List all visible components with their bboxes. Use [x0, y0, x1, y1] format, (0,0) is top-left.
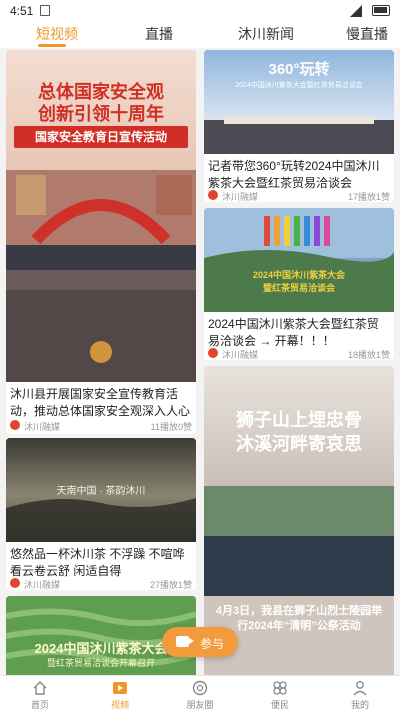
video-card[interactable]: 狮子山上埋忠骨 沐溪河畔寄哀思 4月3日，我县在狮子山烈士陵园举行2024年“清… — [204, 366, 394, 675]
nav-services[interactable]: 便民 — [240, 676, 320, 711]
thumb-overlay-text: 天南中国 · 茶韵沐川 — [56, 486, 146, 497]
video-source: 沐川融媒 — [24, 422, 61, 432]
thumb-overlay-banner: 国家安全教育日宣传活动 — [14, 126, 188, 148]
video-title[interactable]: 2024中国沐川紫茶大会暨红茶贸易洽谈会 → 开幕！！！ — [208, 316, 390, 350]
video-feed[interactable]: 总体国家安全观 创新引领十周年 国家安全教育日宣传活动 沐川县开展国家安全宣传教… — [0, 48, 400, 675]
source-logo-icon — [10, 420, 20, 430]
sd-card-icon — [40, 5, 50, 16]
services-icon — [273, 681, 287, 695]
video-thumbnail[interactable]: 2024中国沐川紫茶大会 暨红茶贸易洽谈会 — [204, 208, 394, 312]
video-card[interactable]: 2024中国沐川紫茶大会 暨红茶贸易洽谈会 2024中国沐川紫茶大会暨红茶贸易洽… — [204, 208, 394, 360]
nav-video[interactable]: 视频 — [80, 676, 160, 711]
nav-label: 我的 — [350, 700, 369, 710]
video-thumbnail[interactable]: 360°玩转 2024中国沐川紫茶大会暨红茶贸易洽谈会 — [204, 50, 394, 154]
thumb-overlay-line-2: 沐溪河畔寄哀思 — [236, 434, 362, 454]
video-card[interactable]: 总体国家安全观 创新引领十周年 国家安全教育日宣传活动 沐川县开展国家安全宣传教… — [6, 50, 196, 434]
user-icon — [353, 681, 367, 696]
video-stats: 27播放1赞 — [149, 580, 192, 590]
bottom-nav: 首页 视频 朋友圈 便民 我的 — [0, 675, 400, 711]
video-card[interactable]: 360°玩转 2024中国沐川紫茶大会暨红茶贸易洽谈会 记者带您360°玩转20… — [204, 50, 394, 202]
tab-live[interactable]: 直播 — [145, 24, 173, 44]
home-icon — [33, 681, 47, 695]
thumb-overlay-caption: 4月3日，我县在狮子山烈士陵园举行2024年“清明”公祭活动 — [215, 605, 383, 632]
video-title[interactable]: 沐川县开展国家安全宣传教育活动，推动总体国家安全观深入人心 — [10, 386, 192, 420]
video-meta: 沐川融媒 11播放0赞 — [10, 420, 192, 432]
moments-icon — [192, 680, 208, 696]
thumb-overlay-line-1: 狮子山上埋忠骨 — [236, 410, 362, 430]
nav-moments[interactable]: 朋友圈 — [160, 676, 240, 711]
video-camera-icon — [176, 636, 194, 647]
tab-slow-live[interactable]: 慢直播 — [346, 24, 388, 44]
video-stats: 11播放0赞 — [150, 422, 192, 432]
video-thumbnail[interactable]: 总体国家安全观 创新引领十周年 国家安全教育日宣传活动 — [6, 50, 196, 382]
video-title[interactable]: 悠然品一杯沐川茶 不浮躁 不喧哗 看云卷云舒 闲适自得 — [10, 546, 192, 580]
thumb-overlay-line-2: 暨红茶贸易洽谈会开幕召开 — [46, 658, 155, 668]
video-source: 沐川融媒 — [24, 580, 61, 590]
video-source: 沐川融媒 — [222, 350, 259, 360]
video-meta: 沐川融媒 27播放1赞 — [10, 578, 192, 590]
video-meta: 沐川融媒 18播放1赞 — [208, 348, 390, 360]
video-stats: 18播放1赞 — [347, 350, 390, 360]
video-thumbnail[interactable]: 天南中国 · 茶韵沐川 — [6, 438, 196, 542]
participate-label: 参与 — [200, 637, 225, 651]
video-title[interactable]: 记者带您360°玩转2024中国沐川紫茶大会暨红茶贸易洽谈会 — [208, 158, 390, 192]
tab-short-video[interactable]: 短视频 — [36, 24, 78, 44]
video-thumbnail[interactable]: 狮子山上埋忠骨 沐溪河畔寄哀思 4月3日，我县在狮子山烈士陵园举行2024年“清… — [204, 366, 394, 675]
nav-label: 便民 — [270, 700, 289, 710]
status-time: 4:51 — [10, 4, 34, 18]
nav-home[interactable]: 首页 — [0, 676, 80, 711]
status-bar: 4:51 — [0, 0, 400, 22]
thumb-overlay-line-2: 创新引领十周年 — [38, 104, 164, 124]
thumb-overlay-line-1: 2024中国沐川紫茶大会 — [252, 270, 346, 280]
video-stats: 17播放1赞 — [347, 192, 390, 202]
top-tabs: 短视频 直播 沐川新闻 慢直播 — [0, 22, 400, 48]
video-meta: 沐川融媒 17播放1赞 — [208, 190, 390, 202]
nav-label: 首页 — [30, 700, 49, 710]
video-card[interactable]: 天南中国 · 茶韵沐川 悠然品一杯沐川茶 不浮躁 不喧哗 看云卷云舒 闲适自得 … — [6, 438, 196, 590]
participate-button[interactable]: 参与 — [162, 627, 238, 657]
video-source: 沐川融媒 — [222, 192, 259, 202]
nav-profile[interactable]: 我的 — [320, 676, 400, 711]
source-logo-icon — [208, 190, 218, 200]
source-logo-icon — [10, 578, 20, 588]
thumb-overlay-top: 360°玩转 — [268, 61, 330, 78]
thumb-overlay-sub: 2024中国沐川紫茶大会暨红茶贸易洽谈会 — [235, 82, 363, 89]
thumb-overlay-line-2: 暨红茶贸易洽谈会 — [262, 283, 335, 293]
thumbnail-image — [204, 208, 394, 312]
battery-icon — [372, 5, 390, 16]
nav-label: 视频 — [110, 700, 129, 710]
signal-icon — [350, 5, 362, 17]
tab-muchuan-news[interactable]: 沐川新闻 — [238, 24, 294, 44]
active-tab-indicator — [38, 44, 66, 47]
source-logo-icon — [208, 348, 218, 358]
nav-label: 朋友圈 — [186, 700, 214, 710]
video-play-icon — [113, 682, 127, 694]
